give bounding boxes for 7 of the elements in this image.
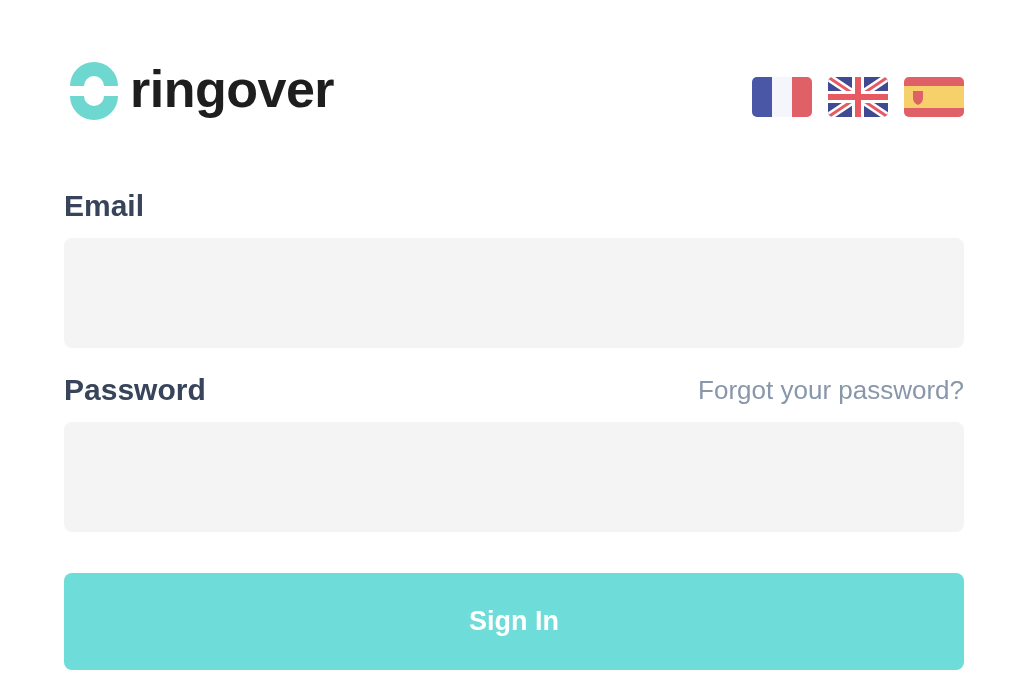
forgot-password-link[interactable]: Forgot your password?	[698, 374, 964, 406]
email-label: Email	[64, 188, 146, 224]
password-label: Password	[64, 372, 206, 408]
french-flag-icon[interactable]	[752, 77, 812, 117]
british-flag-icon[interactable]	[828, 77, 888, 117]
sign-in-button[interactable]: Sign In	[64, 573, 964, 670]
spanish-flag-icon[interactable]	[904, 77, 964, 117]
